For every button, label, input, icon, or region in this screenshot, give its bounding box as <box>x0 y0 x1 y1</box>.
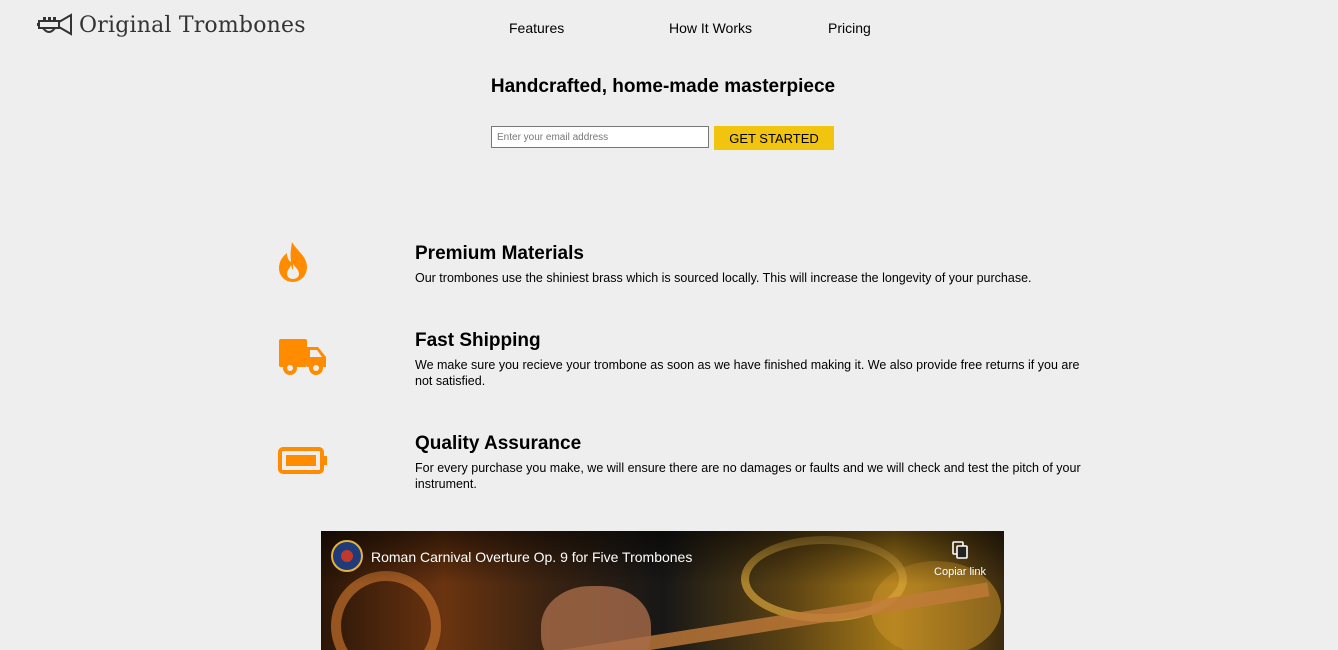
nav-link-how-it-works[interactable]: How It Works <box>669 20 752 36</box>
feature-description: We make sure you recieve your trombone a… <box>415 358 1080 388</box>
feature-title: Quality Assurance <box>415 433 582 454</box>
get-started-button[interactable]: GET STARTED <box>714 126 834 150</box>
battery-icon <box>278 447 327 474</box>
trumpet-icon <box>37 13 72 36</box>
copy-link-button[interactable]: Copiar link <box>925 541 995 578</box>
nav-link-features[interactable]: Features <box>509 20 564 36</box>
brand-logo[interactable]: Original Trombones <box>37 12 306 38</box>
copy-icon <box>952 541 968 559</box>
truck-icon <box>279 339 326 375</box>
email-input[interactable] <box>491 126 709 148</box>
feature-title: Premium Materials <box>415 243 584 264</box>
copy-link-label: Copiar link <box>934 566 986 578</box>
video-title[interactable]: Roman Carnival Overture Op. 9 for Five T… <box>371 549 692 565</box>
channel-avatar[interactable] <box>331 540 363 572</box>
video-player[interactable]: Roman Carnival Overture Op. 9 for Five T… <box>321 531 1004 650</box>
fire-icon <box>279 242 307 282</box>
nav-link-pricing[interactable]: Pricing <box>828 20 871 36</box>
feature-title: Fast Shipping <box>415 330 541 351</box>
feature-description: Our trombones use the shiniest brass whi… <box>415 271 1032 285</box>
hero-title: Handcrafted, home-made masterpiece <box>490 76 836 97</box>
brand-name: Original Trombones <box>79 12 306 38</box>
feature-description: For every purchase you make, we will ens… <box>415 461 1081 491</box>
